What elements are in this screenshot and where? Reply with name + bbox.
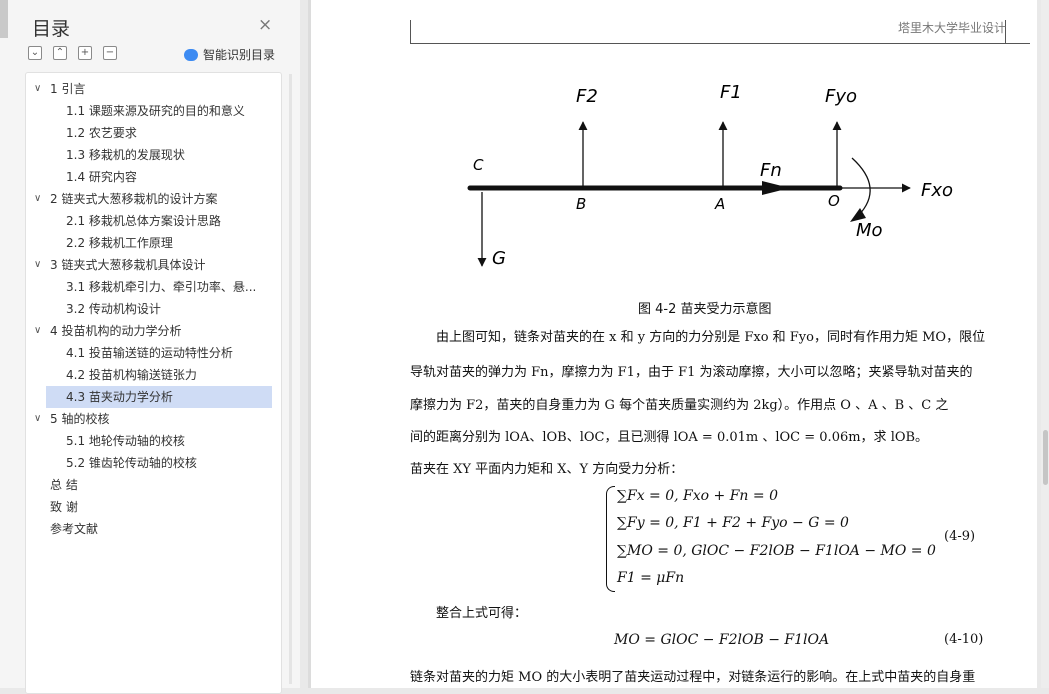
toc-item[interactable]: ∨ 2 链夹式大葱移栽机的设计方案 (28, 188, 278, 210)
label-b: B (576, 195, 586, 213)
toc-item[interactable]: 总 结 (28, 474, 278, 496)
equation-4-9-line-1: ∑Fx = 0, Fxo + Fn = 0 (617, 488, 778, 504)
label-fn: Fn (760, 160, 782, 181)
toc-item[interactable]: 1.1 课题来源及研究的目的和意义 (28, 100, 278, 122)
toc-item-label: 1.1 课题来源及研究的目的和意义 (66, 104, 245, 118)
fn-arrowhead (762, 181, 790, 195)
smart-toc-icon (184, 48, 198, 61)
toc-item[interactable]: 1.4 研究内容 (28, 166, 278, 188)
toc-item[interactable]: 5.2 锥齿轮传动轴的校核 (28, 452, 278, 474)
label-o: O (828, 192, 840, 210)
body-paragraph-5: 苗夹在 XY 平面内力矩和 X、Y 方向受力分析： (410, 462, 684, 477)
label-fxo: Fxo (921, 180, 953, 201)
toc-sidebar: 目录 × ⌄ ⌃ + − 智能识别目录 ∨ 1 引言 1.1 课题来源及研究的目的和… (0, 0, 300, 694)
collapse-all-button[interactable]: ⌃ (53, 46, 67, 60)
toc-item[interactable]: ∨ 4 投苗机构的动力学分析 (28, 320, 278, 342)
toc-item[interactable]: 4.3 苗夹动力学分析 (46, 386, 272, 408)
label-f2: F2 (576, 86, 598, 107)
label-g: G (492, 248, 506, 269)
toc-item-label: 参考文献 (50, 522, 99, 536)
toc-item-label: 2 链夹式大葱移栽机的设计方案 (50, 192, 218, 206)
close-icon[interactable]: × (258, 15, 272, 35)
force-diagram: F2 F1 Fyo Fn Fxo Mo G C B A O (467, 82, 953, 269)
body-paragraph-3: 摩擦力为 F2，苗夹的自身重力为 G 每个苗夹质量实测约为 2kg）。作用点 O… (410, 398, 949, 413)
page-header: 塔里木大学毕业设计 (898, 21, 1007, 35)
document-scroll-thumb[interactable] (1043, 430, 1048, 485)
toc-item-label: 5.2 锥齿轮传动轴的校核 (66, 456, 197, 470)
mo-arc (851, 157, 871, 217)
label-mo: Mo (856, 220, 883, 241)
equation-4-9-line-2: ∑Fy = 0, F1 + F2 + Fyo − G = 0 (617, 515, 849, 531)
toc-item-label: 2.2 移栽机工作原理 (66, 236, 173, 250)
equation-4-10: MO = GlOC − F2lOB − F1lOA (614, 632, 830, 648)
chevron-down-icon[interactable]: ∨ (34, 320, 41, 342)
body-paragraph-2: 导轨对苗夹的弹力为 Fn，摩擦力为 F1，由于 F1 为滚动摩擦，大小可以忽略；… (410, 365, 973, 380)
document-scrollbar[interactable] (1041, 0, 1049, 688)
toc-item[interactable]: 致 谢 (28, 496, 278, 518)
body-paragraph-4: 间的距离分别为 lOA、lOB、lOC，且已测得 lOA = 0.01m 、lO… (410, 430, 929, 445)
crop-mark-left (410, 20, 411, 44)
toc-item[interactable]: ∨ 1 引言 (28, 78, 278, 100)
toc-item-label: 1.3 移栽机的发展现状 (66, 148, 185, 162)
label-a: A (714, 195, 725, 213)
toc-item-label: 致 谢 (50, 500, 78, 514)
equation-number-4-9: (4-9) (944, 529, 976, 544)
toc-item-label: 3 链夹式大葱移栽机具体设计 (50, 258, 206, 272)
toc-item-label: 3.2 传动机构设计 (66, 302, 161, 316)
toc-item-label: 5.1 地轮传动轴的校核 (66, 434, 185, 448)
toc-item-label: 2.1 移栽机总体方案设计思路 (66, 214, 221, 228)
toc-item[interactable]: ∨ 5 轴的校核 (28, 408, 278, 430)
toc-item-label: 3.1 移栽机牵引力、牵引功率、悬... (66, 280, 257, 294)
equation-4-9-line-4: F1 = μFn (617, 570, 685, 586)
toc-item[interactable]: ∨ 3 链夹式大葱移栽机具体设计 (28, 254, 278, 276)
toc-item-label: 1.4 研究内容 (66, 170, 137, 184)
toc-item[interactable]: 4.1 投苗输送链的运动特性分析 (28, 342, 278, 364)
equation-number-4-10: (4-10) (944, 632, 984, 647)
smart-toc-label: 智能识别目录 (203, 48, 276, 62)
figure-caption: 图 4-2 苗夹受力示意图 (638, 302, 772, 317)
toc-item-label: 总 结 (50, 478, 78, 492)
smart-toc-button[interactable]: 智能识别目录 (184, 46, 275, 63)
toc-item[interactable]: 4.2 投苗机构输送链张力 (28, 364, 278, 386)
label-fyo: Fyo (825, 86, 857, 107)
add-heading-button[interactable]: + (78, 46, 92, 60)
toc-item-label: 4 投苗机构的动力学分析 (50, 324, 182, 338)
expand-all-button[interactable]: ⌄ (28, 46, 42, 60)
toc-item[interactable]: 1.3 移栽机的发展现状 (28, 144, 278, 166)
toc-item[interactable]: 参考文献 (28, 518, 278, 540)
chevron-down-icon[interactable]: ∨ (34, 254, 41, 276)
chevron-down-icon[interactable]: ∨ (34, 408, 41, 430)
header-rule (410, 43, 1030, 44)
toc-item-label: 1 引言 (50, 82, 86, 96)
chevron-down-icon[interactable]: ∨ (34, 78, 41, 100)
label-c: C (473, 156, 484, 174)
toc-item[interactable]: 5.1 地轮传动轴的校核 (28, 430, 278, 452)
remove-heading-button[interactable]: − (103, 46, 117, 60)
toc-item-label: 4.3 苗夹动力学分析 (66, 390, 173, 404)
toc-item[interactable]: 2.2 移栽机工作原理 (28, 232, 278, 254)
toc-item[interactable]: 3.2 传动机构设计 (28, 298, 278, 320)
toc-item-label: 4.2 投苗机构输送链张力 (66, 368, 197, 382)
label-f1: F1 (720, 82, 742, 103)
toc-item-label: 1.2 农艺要求 (66, 126, 137, 140)
toc-item[interactable]: 1.2 农艺要求 (28, 122, 278, 144)
sidebar-scrollbar[interactable] (289, 74, 292, 684)
toc-toolbar: ⌄ ⌃ + − (28, 46, 117, 60)
toc-list: ∨ 1 引言 1.1 课题来源及研究的目的和意义 1.2 农艺要求 1.3 移栽机的发展… (28, 78, 278, 540)
toc-item[interactable]: 2.1 移栽机总体方案设计思路 (28, 210, 278, 232)
body-paragraph-last: 链条对苗夹的力矩 MO 的大小表明了苗夹运动过程中，对链条运行的影响。在上式中苗… (410, 670, 976, 685)
equation-brace (606, 486, 615, 592)
sidebar-title: 目录 (32, 18, 71, 40)
toc-item[interactable]: 3.1 移栽机牵引力、牵引功率、悬... (28, 276, 278, 298)
body-paragraph-1: 由上图可知，链条对苗夹的在 x 和 y 方向的力分别是 Fxo 和 Fyo，同时… (436, 330, 986, 345)
toc-item-label: 5 轴的校核 (50, 412, 110, 426)
toc-item-label: 4.1 投苗输送链的运动特性分析 (66, 346, 233, 360)
chevron-down-icon[interactable]: ∨ (34, 188, 41, 210)
merge-text: 整合上式可得： (436, 606, 528, 621)
equation-4-9-line-3: ∑MO = 0, GlOC − F2lOB − F1lOA − MO = 0 (617, 543, 936, 559)
sidebar-grip[interactable] (0, 0, 8, 38)
